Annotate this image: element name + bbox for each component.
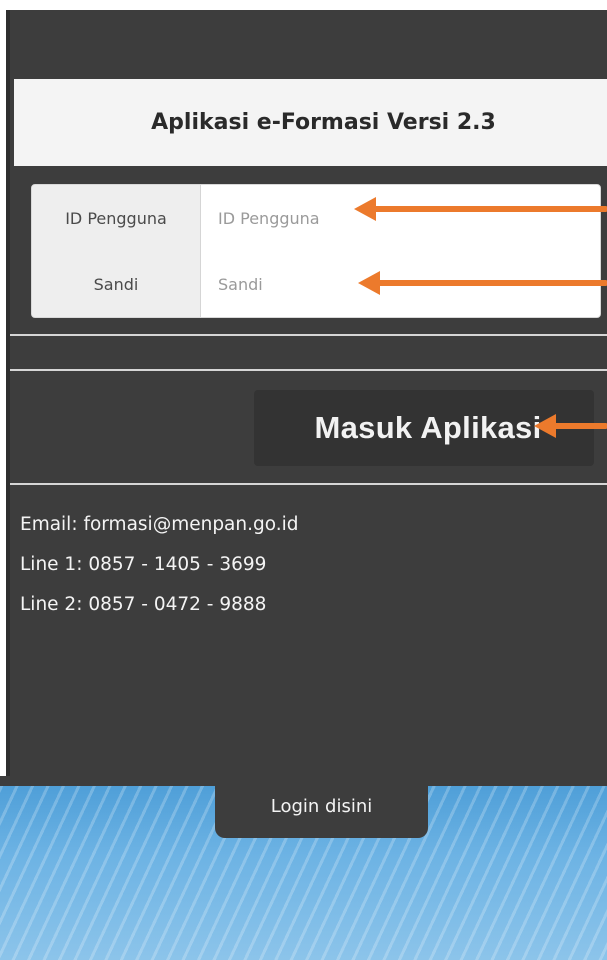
annotation-arrow-password <box>358 271 607 295</box>
contact-email: Email: formasi@menpan.go.id <box>20 514 299 535</box>
app-title-bar: Aplikasi e-Formasi Versi 2.3 <box>14 79 607 166</box>
divider-middle <box>10 369 607 371</box>
divider-top <box>10 334 607 336</box>
login-here-tab[interactable]: Login disini <box>215 774 428 838</box>
annotation-arrow-login-button <box>534 414 607 438</box>
contact-line-1: Line 1: 0857 - 1405 - 3699 <box>20 554 267 575</box>
login-form: ID Pengguna Sandi <box>31 184 601 318</box>
password-label: Sandi <box>32 251 201 317</box>
login-button-label: Masuk Aplikasi <box>314 410 542 445</box>
panel-left-edge <box>6 10 10 776</box>
screenshot-frame: Aplikasi e-Formasi Versi 2.3 ID Pengguna… <box>0 0 607 960</box>
app-title: Aplikasi e-Formasi Versi 2.3 <box>151 110 496 135</box>
login-here-label: Login disini <box>270 795 373 817</box>
user-id-input[interactable] <box>201 185 600 251</box>
user-id-label: ID Pengguna <box>32 185 201 251</box>
annotation-arrow-user-id <box>354 197 607 221</box>
divider-bottom <box>10 483 607 485</box>
user-id-row: ID Pengguna <box>32 185 600 252</box>
contact-line-2: Line 2: 0857 - 0472 - 9888 <box>20 594 267 615</box>
contact-info: Email: formasi@menpan.go.id Line 1: 0857… <box>20 508 580 628</box>
